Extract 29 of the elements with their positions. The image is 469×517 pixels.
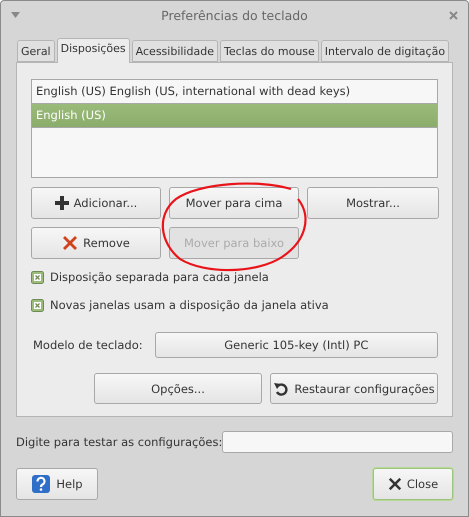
plus-icon <box>54 196 69 210</box>
input-field[interactable] <box>222 431 453 453</box>
keyboard-model-button[interactable]: Generic 105-key (Intl) PC <box>154 332 438 358</box>
layout-button[interactable]: Remove <box>31 227 161 259</box>
dialog-button[interactable]: Help <box>16 468 98 500</box>
menu-icon[interactable] <box>11 12 20 18</box>
close-icon[interactable] <box>449 10 458 20</box>
field-label: Digite para testar as configurações: <box>16 435 222 449</box>
window-title: Preferências do teclado <box>160 8 309 22</box>
tab[interactable]: Acessibilidade <box>132 40 218 62</box>
tab[interactable]: Disposições <box>56 38 130 63</box>
close-icon <box>62 235 78 251</box>
layout-button[interactable]: Mostrar... <box>307 187 439 219</box>
checkbox-label: Novas janelas usam a disposição da janela ativa <box>50 298 329 312</box>
checkbox[interactable] <box>31 298 44 312</box>
action-button[interactable]: Restaurar configurações <box>270 373 438 404</box>
tab[interactable]: Intervalo de digitação <box>320 40 450 62</box>
layout-button[interactable]: Adicionar... <box>31 187 161 219</box>
close-icon <box>388 477 402 491</box>
undo-icon <box>273 380 290 396</box>
dialog-button[interactable]: Close <box>373 468 453 500</box>
checkbox[interactable] <box>31 270 44 284</box>
tab[interactable]: Teclas do mouse <box>220 40 319 62</box>
layout-button[interactable]: Mover para cima <box>169 187 299 219</box>
checkbox-label: Disposição separada para cada janela <box>50 270 269 284</box>
help-icon <box>31 474 52 494</box>
field-label: Modelo de teclado: <box>32 338 143 352</box>
action-button[interactable]: Opções... <box>94 373 262 404</box>
tab[interactable]: Geral <box>17 40 55 62</box>
